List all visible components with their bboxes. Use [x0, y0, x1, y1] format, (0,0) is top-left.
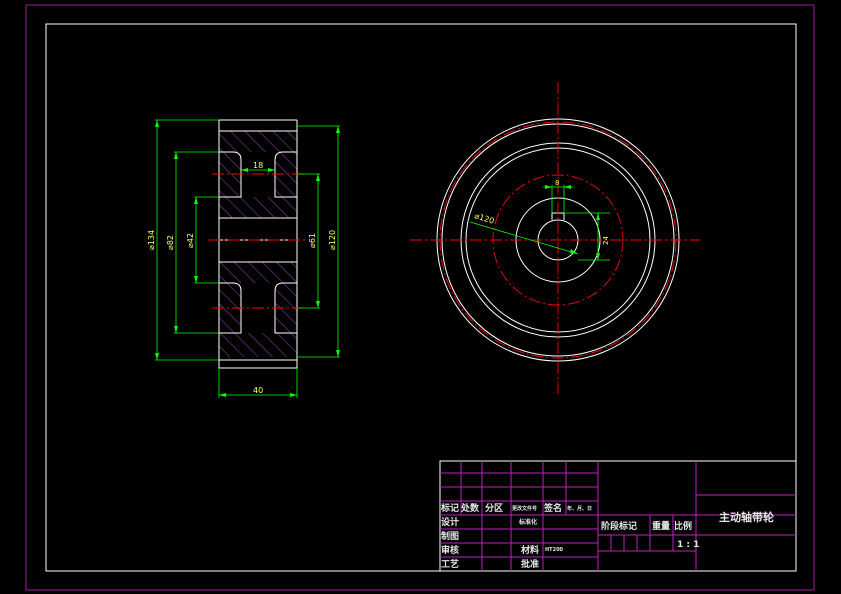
title-block-text: 标记 处数 分区 更改文件号 签名 年、月、日 设计 标准化 制图 审核 材料 … [440, 502, 774, 570]
cell-biaoji: 标记 [440, 502, 459, 514]
dim-key-width: 8 [555, 179, 559, 187]
cell-zhongliang: 重量 [652, 520, 670, 532]
section-view: ⌀134 ⌀82 ⌀42 ⌀61 ⌀120 18 40 [147, 119, 340, 398]
dim-d61: ⌀61 [308, 233, 317, 248]
cell-fenqu: 分区 [485, 502, 503, 514]
drawing-canvas: ⌀134 ⌀82 ⌀42 ⌀61 ⌀120 18 40 8 24 ⌀120 标记… [25, 4, 815, 591]
dim-d120: ⌀120 [328, 230, 337, 250]
cell-biaozhunhua: 标准化 [518, 518, 537, 526]
cell-shenhe: 审核 [441, 544, 459, 556]
cell-bili: 比例 [674, 520, 692, 532]
dim-d82: ⌀82 [166, 235, 175, 250]
cell-jieduan: 阶段标记 [601, 520, 637, 532]
dim-face-width: 40 [253, 386, 263, 395]
scale-value: 1 : 1 [677, 540, 699, 550]
cell-gongyi: 工艺 [441, 558, 459, 570]
drawing-title: 主动轴带轮 [719, 510, 774, 524]
cell-cailiao-value: HT200 [545, 547, 564, 553]
drawing-border [45, 23, 797, 572]
cell-pizhun: 批准 [521, 558, 539, 570]
cell-sheji: 设计 [441, 516, 459, 528]
cell-nianyueri: 年、月、日 [567, 505, 592, 512]
dim-bore-dia: ⌀42 [186, 233, 195, 248]
cell-qianming: 签名 [543, 502, 562, 514]
dim-outer-dia: ⌀134 [147, 230, 156, 250]
cell-cailiao: 材料 [520, 544, 539, 556]
dim-web-width: 18 [253, 161, 263, 170]
cell-genggai: 更改文件号 [512, 505, 537, 512]
cell-chushu: 处数 [460, 502, 480, 514]
cell-zhitu: 制图 [441, 530, 459, 542]
front-view: 8 24 ⌀120 [410, 82, 700, 396]
dim-key-depth: 24 [602, 236, 610, 245]
